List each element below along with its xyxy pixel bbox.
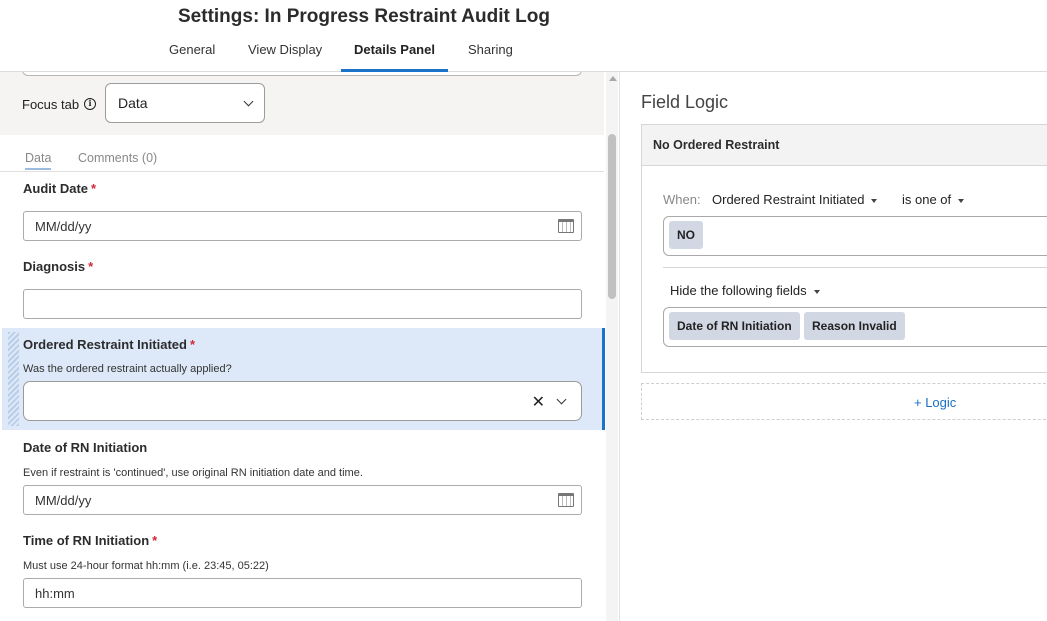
chevron-down-icon bbox=[243, 96, 254, 107]
focus-tab-select[interactable]: Data bbox=[105, 83, 265, 123]
required-marker: * bbox=[152, 533, 158, 548]
target-fields-box[interactable]: Date of RN Initiation Reason Invalid bbox=[663, 307, 1047, 347]
caret-down-icon bbox=[958, 198, 965, 203]
value-tag[interactable]: NO bbox=[669, 221, 703, 249]
ordered-restraint-label-text: Ordered Restraint Initiated bbox=[23, 337, 187, 352]
rn-time-label: Time of RN Initiation * bbox=[23, 533, 157, 548]
rn-date-hint: Even if restraint is 'continued', use or… bbox=[23, 467, 363, 479]
caret-down-icon bbox=[813, 289, 820, 294]
selected-field-ordered-restraint[interactable]: Ordered Restraint Initiated * Was the ord… bbox=[2, 328, 605, 430]
scrollbar-thumb[interactable] bbox=[608, 134, 616, 299]
logic-rule-name: No Ordered Restraint bbox=[653, 138, 780, 152]
add-logic-label: + Logic bbox=[914, 395, 957, 410]
focus-tab-value: Data bbox=[118, 95, 148, 111]
diagnosis-label-text: Diagnosis bbox=[23, 259, 86, 274]
rn-date-label: Date of RN Initiation bbox=[23, 440, 148, 455]
logic-rule-card: No Ordered Restraint When: Ordered Restr… bbox=[641, 124, 1047, 373]
focus-tab-label: Focus tab bbox=[22, 97, 80, 112]
required-marker: * bbox=[88, 259, 94, 274]
rn-date-input[interactable]: MM/dd/yy bbox=[23, 485, 582, 515]
page-title: Settings: In Progress Restraint Audit Lo… bbox=[178, 6, 550, 27]
info-icon[interactable]: i bbox=[84, 98, 96, 110]
logic-rule-header[interactable]: No Ordered Restraint bbox=[642, 125, 1047, 166]
required-marker: * bbox=[189, 337, 196, 352]
audit-date-input[interactable]: MM/dd/yy bbox=[23, 211, 582, 241]
condition-values-box[interactable]: NO bbox=[663, 216, 1047, 256]
scrollbar[interactable] bbox=[606, 72, 618, 621]
rn-date-placeholder: MM/dd/yy bbox=[35, 493, 92, 508]
calendar-icon[interactable] bbox=[558, 219, 574, 233]
rn-time-hint: Must use 24-hour format hh:mm (i.e. 23:4… bbox=[23, 560, 269, 572]
diagnosis-input[interactable] bbox=[23, 289, 582, 319]
subtab-comments[interactable]: Comments (0) bbox=[78, 151, 157, 165]
add-logic-button[interactable]: + Logic bbox=[641, 383, 1047, 420]
tab-general[interactable]: General bbox=[169, 42, 215, 72]
tab-details-panel[interactable]: Details Panel bbox=[341, 42, 448, 72]
divider bbox=[663, 267, 1047, 268]
subtab-data[interactable]: Data bbox=[25, 151, 52, 170]
condition-field-value: Ordered Restraint Initiated bbox=[712, 192, 865, 207]
focus-tab-bar: Focus tab i Data bbox=[0, 72, 604, 135]
required-marker: * bbox=[91, 181, 97, 196]
calendar-icon[interactable] bbox=[558, 493, 574, 507]
tab-sharing[interactable]: Sharing bbox=[468, 42, 513, 72]
field-logic-title: Field Logic bbox=[641, 92, 729, 112]
operator-value: is one of bbox=[902, 192, 952, 207]
action-dropdown[interactable]: Hide the following fields bbox=[670, 283, 820, 298]
clear-icon[interactable]: ✕ bbox=[532, 392, 545, 412]
previous-field-input[interactable] bbox=[22, 72, 582, 76]
audit-date-label: Audit Date * bbox=[23, 181, 96, 196]
target-field-tag[interactable]: Date of RN Initiation bbox=[669, 312, 800, 340]
caret-down-icon bbox=[871, 198, 878, 203]
ordered-restraint-select[interactable]: ✕ bbox=[23, 381, 582, 421]
audit-date-label-text: Audit Date bbox=[23, 181, 88, 196]
drag-handle[interactable] bbox=[8, 332, 19, 426]
rn-time-input[interactable]: hh:mm bbox=[23, 578, 582, 608]
when-label: When: bbox=[663, 192, 701, 207]
audit-date-placeholder: MM/dd/yy bbox=[35, 219, 92, 234]
rn-time-placeholder: hh:mm bbox=[35, 586, 75, 601]
diagnosis-label: Diagnosis * bbox=[23, 259, 93, 274]
settings-tabs: General View Display Details Panel Shari… bbox=[0, 38, 1047, 72]
ordered-restraint-label: Ordered Restraint Initiated * bbox=[23, 337, 195, 352]
form-preview-panel: Focus tab i Data Data Comments (0) Audit… bbox=[0, 72, 620, 621]
action-value: Hide the following fields bbox=[670, 283, 807, 298]
rn-time-label-text: Time of RN Initiation bbox=[23, 533, 150, 548]
tab-view-display[interactable]: View Display bbox=[248, 42, 322, 72]
ordered-restraint-hint: Was the ordered restraint actually appli… bbox=[23, 363, 232, 375]
condition-field-dropdown[interactable]: Ordered Restraint Initiated bbox=[712, 192, 878, 207]
scroll-up-icon[interactable] bbox=[609, 76, 617, 81]
target-field-tag[interactable]: Reason Invalid bbox=[804, 312, 905, 340]
chevron-down-icon[interactable] bbox=[556, 394, 567, 405]
form-subtabs: Data Comments (0) bbox=[0, 135, 604, 172]
operator-dropdown[interactable]: is one of bbox=[902, 192, 965, 207]
